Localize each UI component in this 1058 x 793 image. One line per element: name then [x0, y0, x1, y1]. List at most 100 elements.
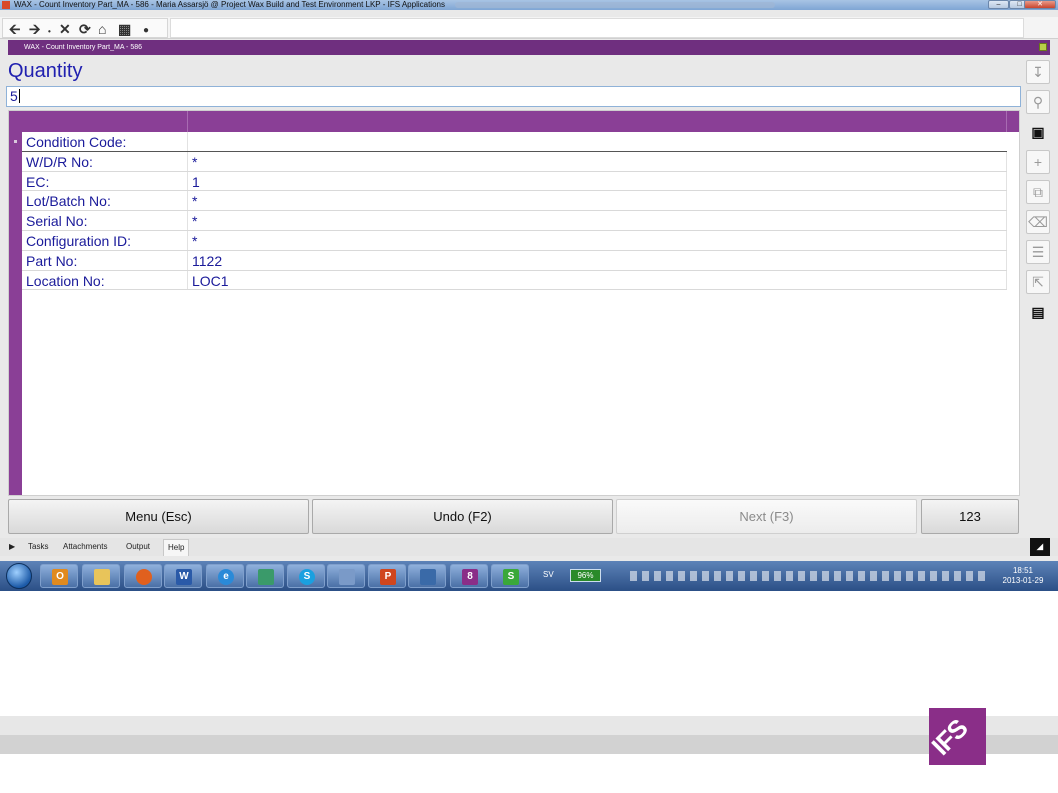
blurred-title-region	[455, 2, 775, 8]
search-icon[interactable]: ⚲	[1026, 90, 1050, 114]
taskbar-app-powerpoint[interactable]: P	[368, 564, 406, 588]
row-label: Serial No:	[26, 213, 88, 230]
taskbar-app-ie[interactable]: e	[206, 564, 244, 588]
refresh-icon[interactable]: ⟳	[79, 22, 91, 36]
column-separator	[187, 151, 188, 171]
table-row[interactable]: Condition Code:	[22, 132, 1007, 152]
taskbar-app-lync[interactable]	[246, 564, 284, 588]
language-indicator[interactable]: SV	[543, 570, 554, 579]
column-separator	[1006, 151, 1007, 171]
word-icon: W	[176, 569, 192, 585]
status-flag-icon[interactable]	[1039, 43, 1047, 51]
table-row[interactable]: W/D/R No: *	[22, 151, 1007, 172]
next-button[interactable]: Next (F3)	[616, 499, 917, 534]
column-separator	[1006, 171, 1007, 191]
row-label: Configuration ID:	[26, 232, 132, 249]
system-tray-icons[interactable]	[630, 571, 990, 581]
taskbar-app-skype[interactable]: S	[287, 564, 325, 588]
window-title: WAX - Count Inventory Part_MA - 586 - Ma…	[14, 0, 445, 9]
table-row[interactable]: Serial No: *	[22, 211, 1007, 231]
lync-icon	[258, 569, 274, 585]
column-separator	[187, 270, 188, 290]
outlook-icon: O	[52, 569, 68, 585]
row-value: *	[192, 213, 198, 230]
column-separator	[187, 230, 188, 250]
row-value: *	[192, 153, 198, 170]
ifs-corner-logo-icon[interactable]: ◢	[1030, 538, 1050, 556]
media-player-icon	[136, 569, 152, 585]
taskbar-app-device[interactable]	[408, 564, 446, 588]
taskbar-clock[interactable]: 18:51 2013-01-29	[998, 566, 1048, 586]
tab-help[interactable]: Help	[163, 539, 190, 556]
table-row[interactable]: EC: 1	[22, 171, 1007, 192]
table-row[interactable]: Location No: LOC1	[22, 270, 1007, 291]
panel-left-stripe	[9, 111, 22, 495]
home-icon[interactable]: ⌂	[98, 22, 106, 36]
start-button[interactable]	[6, 563, 32, 589]
table-row[interactable]: Lot/Batch No: *	[22, 191, 1007, 212]
network-icon	[339, 569, 355, 585]
tab-output[interactable]: Output	[126, 538, 150, 556]
taskbar-app-network[interactable]	[327, 564, 365, 588]
list-icon[interactable]: ☰	[1026, 240, 1050, 264]
column-separator	[187, 211, 188, 230]
navigation-field[interactable]	[170, 18, 1024, 38]
column-separator	[187, 171, 188, 191]
details-panel: Condition Code: W/D/R No: * EC: 1 Lot/Ba…	[8, 110, 1020, 496]
download-icon[interactable]: ↧	[1026, 60, 1050, 84]
right-toolbar: ↧ ⚲ ▣ + ⧉ ⌫ ☰ ⇱ ▤	[1024, 58, 1052, 338]
row-value: *	[192, 193, 198, 210]
row-value: *	[192, 232, 198, 249]
ifs-app-icon: 8	[462, 569, 478, 585]
row-label: Part No:	[26, 252, 78, 269]
folder-icon	[94, 569, 110, 585]
row-value: 1	[192, 173, 200, 190]
battery-indicator[interactable]: 96%	[570, 569, 601, 582]
table-row[interactable]: Part No: 1122	[22, 250, 1007, 271]
quantity-input[interactable]: 5	[6, 86, 1021, 107]
close-window-button[interactable]: ✕	[1024, 0, 1056, 9]
row-label: W/D/R No:	[26, 153, 93, 170]
skype-icon: S	[299, 569, 315, 585]
clock-time: 18:51	[1012, 566, 1034, 575]
minimize-button[interactable]: –	[988, 0, 1009, 9]
save-icon[interactable]: ▣	[1026, 120, 1050, 144]
row-label: Lot/Batch No:	[26, 193, 111, 210]
column-separator	[187, 132, 188, 151]
taskbar-app-charge[interactable]: S	[491, 564, 529, 588]
quantity-input-value: 5	[10, 88, 18, 104]
column-separator	[1006, 230, 1007, 250]
menu-button[interactable]: Menu (Esc)	[8, 499, 309, 534]
taskbar-app-media[interactable]	[124, 564, 162, 588]
resize-icon[interactable]: ⇱	[1026, 270, 1050, 294]
column-separator	[1006, 250, 1007, 270]
column-separator	[1006, 191, 1007, 211]
delete-icon[interactable]: ⌫	[1026, 210, 1050, 234]
dropdown-dot-icon[interactable]: •	[48, 25, 51, 39]
column-separator	[187, 250, 188, 270]
ifs-logo-text: IFS	[929, 713, 974, 761]
taskbar-app-ifs[interactable]: 8	[450, 564, 488, 588]
table-header	[22, 111, 1019, 132]
details-icon[interactable]: ▤	[1026, 300, 1050, 324]
expand-triangle-icon[interactable]: ▶	[9, 538, 15, 556]
screen: WAX - Count Inventory Part_MA - 586 - Ma…	[0, 0, 1058, 591]
back-arrow-icon[interactable]: 🡨	[9, 22, 20, 36]
decorative-band	[0, 716, 1058, 735]
undo-button[interactable]: Undo (F2)	[312, 499, 613, 534]
taskbar-app-word[interactable]: W	[164, 564, 202, 588]
keypad-button[interactable]: 123	[921, 499, 1019, 534]
add-icon[interactable]: +	[1026, 150, 1050, 174]
tab-tasks[interactable]: Tasks	[28, 538, 48, 556]
internet-explorer-icon: e	[218, 569, 234, 585]
taskbar-app-explorer[interactable]	[82, 564, 120, 588]
tab-attachments[interactable]: Attachments	[63, 538, 107, 556]
grid-icon[interactable]: ▦	[118, 22, 131, 36]
dot-icon[interactable]: ●	[143, 24, 149, 38]
close-x-icon[interactable]: ✕	[59, 22, 71, 36]
copy-icon[interactable]: ⧉	[1026, 180, 1050, 204]
column-separator	[1006, 270, 1007, 290]
forward-arrow-icon[interactable]: 🡪	[29, 22, 40, 36]
taskbar-app-outlook[interactable]: O	[40, 564, 78, 588]
table-row[interactable]: Configuration ID: *	[22, 230, 1007, 251]
